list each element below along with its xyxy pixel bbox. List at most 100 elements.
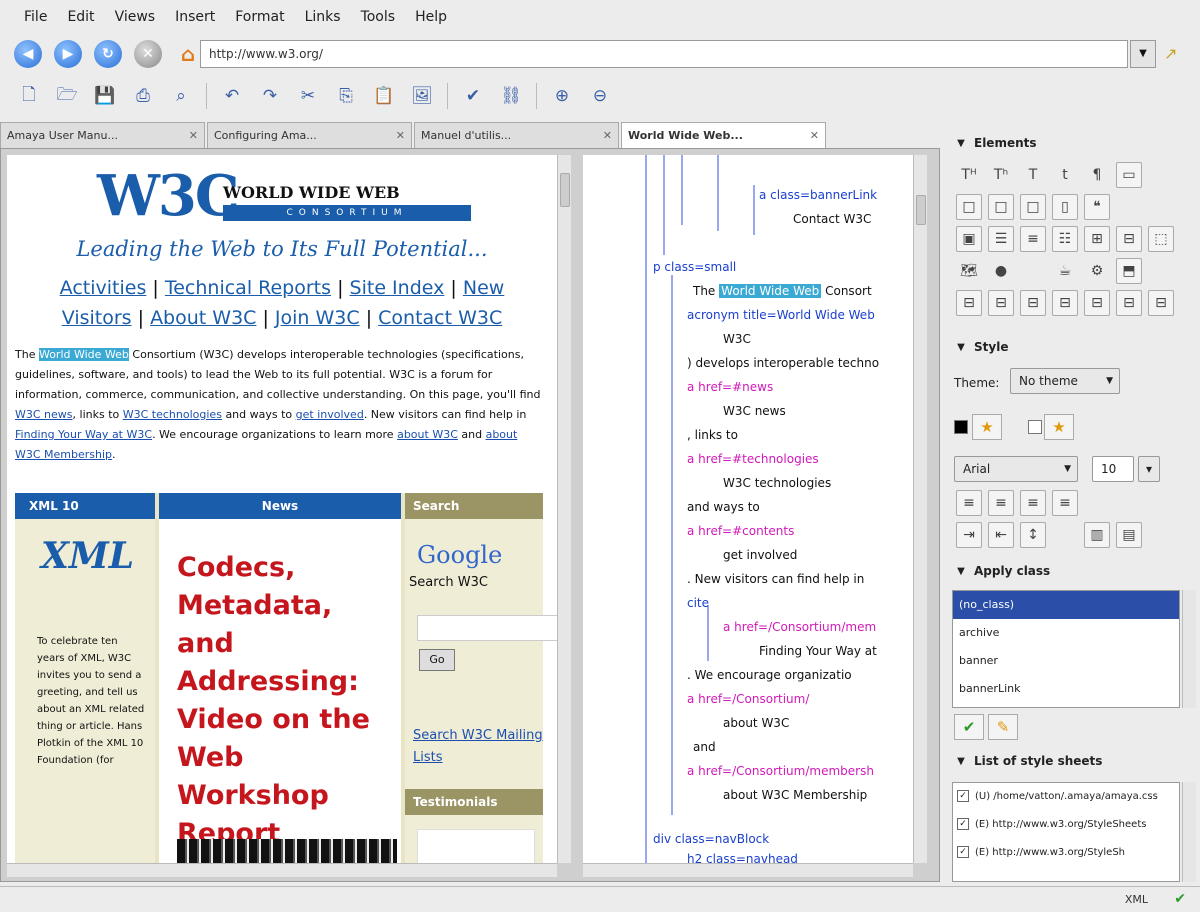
menu-tools[interactable]: Tools: [351, 9, 406, 25]
outdent-icon[interactable]: ⇤: [988, 522, 1014, 548]
apply-class-icon[interactable]: ✔: [954, 714, 984, 740]
cut-icon[interactable]: ✂: [293, 81, 323, 111]
xml10-logo[interactable]: XML: [41, 535, 155, 577]
tree-node[interactable]: a href=#technologies: [687, 451, 819, 467]
class-list[interactable]: (no_class) archive banner bannerLink: [952, 590, 1180, 708]
div-icon[interactable]: □: [956, 194, 982, 220]
reload-button[interactable]: ↻: [94, 40, 122, 68]
table-icon[interactable]: ⊞: [1084, 226, 1110, 252]
tree-node[interactable]: div class=navBlock: [653, 831, 769, 847]
numbered-list-icon[interactable]: ≡: [1020, 226, 1046, 252]
stylesheet-item[interactable]: ✓ (U) /home/vatton/.amaya/amaya.css: [953, 783, 1179, 811]
menu-help[interactable]: Help: [405, 9, 457, 25]
menu-edit[interactable]: Edit: [57, 9, 104, 25]
scrollbar-thumb[interactable]: [560, 173, 570, 207]
foreground-color-swatch[interactable]: [954, 420, 968, 434]
tree-text[interactable]: W3C: [723, 331, 751, 347]
new-document-icon[interactable]: 🗋: [14, 81, 44, 111]
print-icon[interactable]: ⎙: [128, 81, 158, 111]
menu-views[interactable]: Views: [105, 9, 166, 25]
font-size-stepper[interactable]: ▾: [1138, 456, 1160, 482]
insert-row-icon[interactable]: ⊟: [956, 290, 982, 316]
formatted-view-hscrollbar[interactable]: [7, 863, 557, 877]
paragraph-icon[interactable]: ¶: [1084, 162, 1110, 188]
nav-join-w3c[interactable]: Join W3C: [275, 307, 360, 329]
delete-row-icon[interactable]: ⊟: [1084, 290, 1110, 316]
selected-text[interactable]: World Wide Web: [38, 348, 129, 361]
font-size-input[interactable]: 10: [1092, 456, 1134, 482]
address-icon[interactable]: ▭: [1116, 162, 1142, 188]
nav-activities[interactable]: Activities: [60, 277, 147, 299]
tree-text[interactable]: W3C technologies: [723, 475, 831, 491]
zoom-out-icon[interactable]: ⊖: [585, 81, 615, 111]
tree-text[interactable]: Contact W3C: [793, 211, 871, 227]
class-item[interactable]: banner: [953, 647, 1179, 675]
link-search-mailing-lists[interactable]: Search W3C Mailing Lists: [413, 725, 543, 769]
edit-class-icon[interactable]: ✎: [988, 714, 1018, 740]
class-item[interactable]: bannerLink: [953, 675, 1179, 703]
list-icon[interactable]: ☰: [988, 226, 1014, 252]
style-section-header[interactable]: ▼ Style: [948, 336, 1188, 358]
structure-view-scrollbar[interactable]: [913, 155, 927, 863]
class-item[interactable]: archive: [953, 619, 1179, 647]
tab-configuring[interactable]: Configuring Ama... ✕: [207, 122, 412, 148]
background-color-picker-icon[interactable]: ★: [1044, 414, 1074, 440]
checkbox[interactable]: ✓: [957, 818, 969, 830]
tree-node[interactable]: h2 class=navhead: [687, 851, 798, 863]
image-insert-icon[interactable]: ▣: [956, 226, 982, 252]
link-about-w3c[interactable]: about W3C: [397, 428, 458, 441]
link-w3c-news[interactable]: W3C news: [15, 408, 73, 421]
go-button[interactable]: Go: [419, 649, 455, 671]
stylesheet-item[interactable]: ✓ (E) http://www.w3.org/StyleSh: [953, 839, 1179, 867]
tree-text[interactable]: ) develops interoperable techno: [687, 355, 879, 371]
link-w3c-technologies[interactable]: W3C technologies: [123, 408, 222, 421]
zoom-in-icon[interactable]: ⊕: [547, 81, 577, 111]
redo-icon[interactable]: ↷: [255, 81, 285, 111]
tree-node[interactable]: acronym title=World Wide Web: [687, 307, 875, 323]
aside-icon[interactable]: ▯: [1052, 194, 1078, 220]
paste-icon[interactable]: 📋: [369, 81, 399, 111]
caption-icon[interactable]: ⊟: [1148, 290, 1174, 316]
nav-technical-reports[interactable]: Technical Reports: [165, 277, 331, 299]
tab-world-wide-web[interactable]: World Wide Web... ✕: [621, 122, 826, 148]
close-icon[interactable]: ✕: [189, 129, 198, 142]
link-icon[interactable]: ⛓: [496, 81, 526, 111]
tree-text[interactable]: Finding Your Way at: [759, 643, 877, 659]
close-icon[interactable]: ✕: [603, 129, 612, 142]
stop-button[interactable]: ✕: [134, 40, 162, 68]
align-center-icon[interactable]: ≡: [1020, 490, 1046, 516]
stylesheet-list[interactable]: ✓ (U) /home/vatton/.amaya/amaya.css ✓ (E) …: [952, 782, 1180, 882]
save-icon[interactable]: 💾: [90, 81, 120, 111]
tab-manuel[interactable]: Manuel d'utilis... ✕: [414, 122, 619, 148]
indent-icon[interactable]: ⇥: [956, 522, 982, 548]
w3c-logo[interactable]: W3C WORLD WIDE WEB CONSORTIUM: [97, 163, 477, 233]
elements-section-header[interactable]: ▼ Elements: [948, 132, 1188, 154]
nav-contact-w3c[interactable]: Contact W3C: [378, 307, 502, 329]
menu-links[interactable]: Links: [295, 9, 351, 25]
iframe-icon[interactable]: ⬒: [1116, 258, 1142, 284]
article-icon[interactable]: □: [1020, 194, 1046, 220]
record-icon[interactable]: ●: [988, 258, 1014, 284]
section-icon[interactable]: □: [988, 194, 1014, 220]
stylesheets-section-header[interactable]: ▼ List of style sheets: [948, 750, 1188, 772]
undo-icon[interactable]: ↶: [217, 81, 247, 111]
search-input[interactable]: [417, 615, 557, 641]
checkbox[interactable]: ✓: [957, 790, 969, 802]
foreground-color-picker-icon[interactable]: ★: [972, 414, 1002, 440]
heading2-icon[interactable]: Tʰ: [988, 162, 1014, 188]
class-item[interactable]: (no_class): [953, 591, 1179, 619]
news-headline[interactable]: Codecs, Metadata, and Addressing: Video …: [177, 549, 397, 853]
stylesheet-item[interactable]: ✓ (E) http://www.w3.org/StyleSheets: [953, 811, 1179, 839]
tree-node[interactable]: a href=/Consortium/: [687, 691, 809, 707]
copy-icon[interactable]: ⎘: [331, 81, 361, 111]
margin-icon[interactable]: ▥: [1084, 522, 1110, 548]
tree-text[interactable]: and: [693, 739, 716, 755]
image-icon[interactable]: 🖼: [407, 81, 437, 111]
script-icon[interactable]: ⚙: [1084, 258, 1110, 284]
home-icon[interactable]: ⌂: [174, 40, 202, 68]
applet-icon[interactable]: ☕: [1052, 258, 1078, 284]
structure-view[interactable]: a class=bannerLink Contact W3C p class=s…: [583, 155, 913, 863]
tree-text[interactable]: . We encourage organizatio: [687, 667, 852, 683]
collapse-triangle-icon[interactable]: ▼: [948, 756, 974, 767]
close-icon[interactable]: ✕: [810, 129, 819, 142]
